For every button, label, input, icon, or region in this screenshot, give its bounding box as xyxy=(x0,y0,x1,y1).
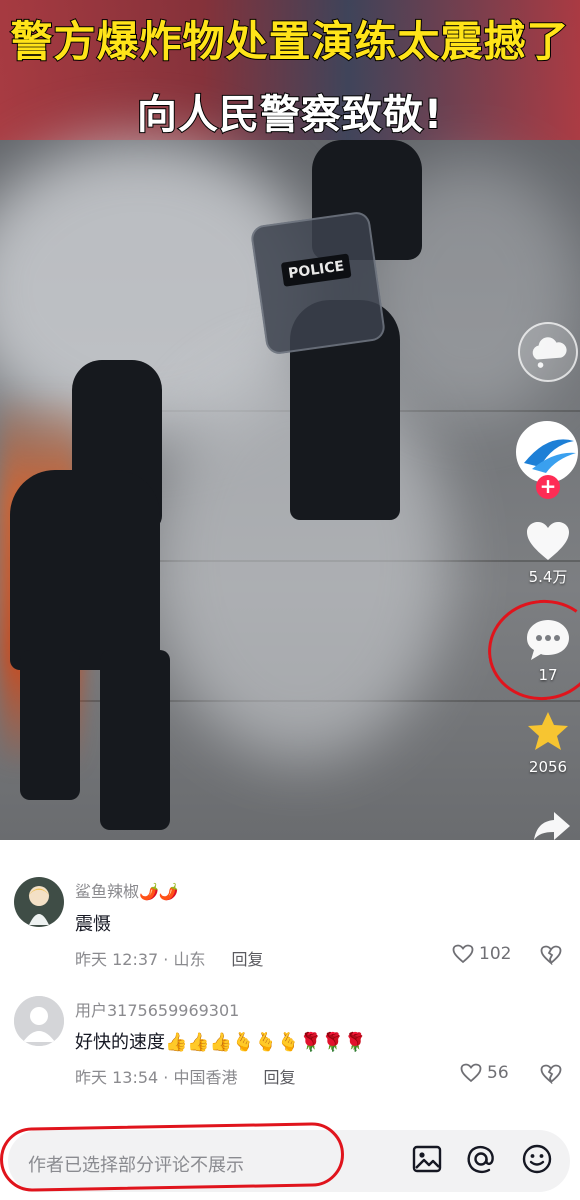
video-headline-line1: 警方爆炸物处置演练太震撼了 xyxy=(9,16,570,67)
share-button[interactable] xyxy=(520,808,580,840)
favorite-count: 2056 xyxy=(528,758,568,776)
comment-dislike-button[interactable] xyxy=(540,1064,562,1088)
avatar-cartoon-icon xyxy=(14,877,64,927)
share-arrow-icon xyxy=(534,812,570,840)
comment-text: 好快的速度👍👍👍🫰🫰🫰🌹🌹🌹 xyxy=(75,1032,367,1053)
emoji-button[interactable] xyxy=(520,1142,554,1176)
video-player[interactable]: POLICE 警方爆炸物处置演练太震撼了 向人民警察致敬! + 5.4万 17 … xyxy=(0,0,580,840)
reply-button[interactable]: 回复 xyxy=(231,946,263,970)
comment-like-button[interactable]: 56 xyxy=(460,1063,509,1083)
at-sign-icon xyxy=(467,1145,494,1174)
comment-like-button[interactable]: 102 xyxy=(452,944,511,964)
comment-like-count: 56 xyxy=(487,1063,509,1083)
comment-avatar[interactable] xyxy=(14,877,64,927)
comment-list[interactable]: 鲨鱼辣椒🌶️🌶️ 震慑 昨天 12:37 · 山东 回复 102 用户31756… xyxy=(0,840,580,1125)
smiley-icon xyxy=(522,1144,552,1174)
comment-dislike-button[interactable] xyxy=(540,945,562,969)
video-riot-shield: POLICE xyxy=(249,210,387,356)
video-comment-screen: POLICE 警方爆炸物处置演练太震撼了 向人民警察致敬! + 5.4万 17 … xyxy=(0,0,580,1200)
comment-username[interactable]: 用户3175659969301 xyxy=(75,997,239,1021)
cloud-icon xyxy=(532,337,567,368)
favorite-button[interactable]: 2056 xyxy=(516,710,580,776)
like-count: 5.4万 xyxy=(528,568,568,586)
comment-text: 震慑 xyxy=(75,914,111,935)
annotation-oval-input xyxy=(0,1122,345,1192)
video-headline-line2: 向人民警察致敬! xyxy=(136,91,444,139)
default-user-icon xyxy=(14,996,64,1046)
comment-avatar[interactable] xyxy=(14,996,64,1046)
comment-time-location: 昨天 12:37 · 山东 xyxy=(75,950,206,969)
mention-button[interactable] xyxy=(464,1142,498,1176)
video-officer-front xyxy=(10,470,160,670)
bubble-effect-button[interactable] xyxy=(518,322,578,382)
image-button[interactable] xyxy=(410,1142,444,1176)
broken-heart-icon xyxy=(540,945,562,966)
like-button[interactable]: 5.4万 xyxy=(516,520,580,587)
follow-plus-button[interactable]: + xyxy=(536,475,560,499)
reply-button[interactable]: 回复 xyxy=(263,1064,295,1088)
heart-outline-icon xyxy=(460,1063,482,1083)
video-officer-front-leg xyxy=(20,650,80,800)
comment-username[interactable]: 鲨鱼辣椒🌶️🌶️ xyxy=(75,878,179,902)
comment-time-location: 昨天 13:54 · 中国香港 xyxy=(75,1068,238,1087)
video-officer-front-leg xyxy=(100,650,170,830)
broken-heart-icon xyxy=(540,1064,562,1085)
heart-outline-icon xyxy=(452,944,474,964)
comment-meta: 昨天 12:37 · 山东 回复 xyxy=(75,946,264,970)
heart-icon xyxy=(527,522,569,560)
image-icon xyxy=(412,1145,442,1173)
star-icon xyxy=(528,712,568,750)
comment-meta: 昨天 13:54 · 中国香港 回复 xyxy=(75,1064,296,1088)
comment-like-count: 102 xyxy=(479,944,512,964)
shield-police-label: POLICE xyxy=(280,253,352,287)
